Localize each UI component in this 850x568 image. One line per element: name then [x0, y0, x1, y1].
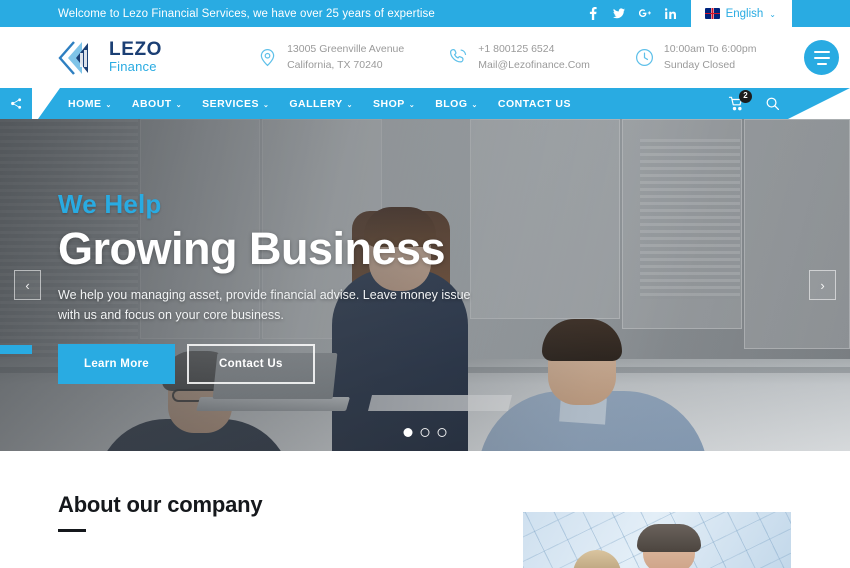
site-header: LEZO Finance 13005 Greenville Avenue Cal… [0, 27, 850, 88]
burger-line [813, 50, 830, 53]
hero-accent-bar [0, 345, 32, 354]
clock-icon [634, 47, 655, 68]
facebook-icon[interactable] [587, 7, 599, 21]
phone-icon [448, 47, 469, 68]
chevron-down-icon: ⌄ [263, 101, 270, 109]
social-links [587, 0, 691, 27]
address-line-2: California, TX 70240 [287, 58, 383, 71]
logo-mark-icon [58, 40, 100, 75]
share-icon [10, 98, 21, 109]
nav-item-about[interactable]: ABOUT ⌄ [132, 98, 182, 110]
nav-item-blog[interactable]: BLOG ⌄ [435, 98, 478, 110]
search-button[interactable] [765, 96, 780, 111]
top-bar-right: English ⌄ [587, 0, 850, 27]
location-pin-icon [257, 47, 278, 68]
logo-text: LEZO Finance [109, 40, 162, 75]
hours-line-1: 10:00am To 6:00pm [663, 43, 757, 56]
nav-menu: HOME ⌄ ABOUT ⌄ SERVICES ⌄ GALLERY ⌄ SHOP ⌄ BL… [68, 98, 571, 110]
chevron-down-icon: ⌄ [471, 101, 478, 109]
nav-label: CONTACT US [497, 97, 571, 110]
contact-phone-lines: +1 800125 6524 Mail@Lezofinance.Com [478, 42, 590, 72]
phone-number: +1 800125 6524 [478, 43, 555, 56]
nav-item-home[interactable]: HOME ⌄ [68, 98, 112, 110]
nav-actions: 2 [728, 88, 780, 119]
linkedin-icon[interactable] [665, 7, 677, 21]
top-bar-tail [792, 0, 850, 27]
burger-line [813, 56, 830, 59]
nav-label: BLOG [435, 97, 468, 110]
search-icon [766, 97, 780, 111]
header-contacts: 13005 Greenville Avenue California, TX 7… [257, 42, 756, 72]
contact-us-button[interactable]: Contact Us [187, 343, 315, 384]
slider-dot-2[interactable] [420, 428, 430, 437]
hours-line-2: Sunday Closed [663, 58, 736, 71]
contact-address-lines: 13005 Greenville Avenue California, TX 7… [287, 42, 404, 72]
nav-item-gallery[interactable]: GALLERY ⌄ [289, 98, 353, 110]
uk-flag-icon [704, 8, 720, 19]
nav-item-contact-us[interactable]: CONTACT US [498, 98, 571, 110]
welcome-message: Welcome to Lezo Financial Services, we h… [58, 7, 435, 20]
burger-line [816, 62, 827, 65]
about-person-1-hair [637, 524, 701, 552]
logo[interactable]: LEZO Finance [58, 40, 162, 75]
chevron-down-icon: ⌄ [769, 9, 776, 19]
chevron-down-icon: ⌄ [408, 101, 416, 109]
language-label: English [725, 7, 764, 20]
logo-subtitle: Finance [109, 59, 157, 74]
share-button[interactable] [0, 88, 32, 119]
hero-slider: We Help Growing Business We help you man… [0, 119, 850, 451]
slider-next-button[interactable]: › [809, 270, 836, 300]
hero-kicker: We Help [58, 189, 162, 219]
nav-item-services[interactable]: SERVICES ⌄ [202, 98, 269, 110]
hero-content: We Help Growing Business We help you man… [58, 191, 498, 384]
hero-buttons: Learn More Contact Us [58, 343, 498, 384]
about-title: About our company [58, 492, 263, 517]
nav-label: SHOP [373, 97, 405, 110]
chevron-down-icon: ⌄ [175, 101, 183, 109]
hero-description: We help you managing asset, provide fina… [58, 287, 471, 323]
slider-dot-3[interactable] [437, 428, 447, 437]
cart-count-badge: 2 [739, 89, 752, 103]
slider-dot-1[interactable] [403, 428, 413, 437]
learn-more-button[interactable]: Learn More [58, 343, 175, 384]
contact-hours: 10:00am To 6:00pm Sunday Closed [634, 42, 757, 72]
slider-prev-button[interactable]: ‹ [14, 270, 41, 300]
cart-button[interactable]: 2 [728, 89, 752, 112]
logo-name: LEZO [109, 39, 163, 60]
address-line-1: 13005 Greenville Avenue [287, 43, 405, 56]
nav-label: ABOUT [131, 97, 172, 110]
nav-zone: HOME ⌄ ABOUT ⌄ SERVICES ⌄ GALLERY ⌄ SHOP ⌄ BL… [0, 88, 850, 119]
google-plus-icon[interactable] [638, 7, 651, 21]
slider-dots [403, 428, 447, 437]
about-title-underline [58, 529, 86, 532]
chevron-down-icon: ⌄ [105, 101, 112, 109]
nav-label: GALLERY [289, 97, 343, 110]
hero-title: Growing Business [58, 223, 446, 274]
twitter-icon[interactable] [612, 7, 625, 21]
nav-item-shop[interactable]: SHOP ⌄ [373, 98, 415, 110]
nav-label: HOME [68, 97, 102, 110]
contact-hours-lines: 10:00am To 6:00pm Sunday Closed [664, 42, 757, 72]
contact-phone: +1 800125 6524 Mail@Lezofinance.Com [448, 42, 590, 72]
menu-toggle-button[interactable] [804, 40, 839, 75]
contact-address: 13005 Greenville Avenue California, TX 7… [257, 42, 404, 72]
page-root: Welcome to Lezo Financial Services, we h… [0, 0, 850, 568]
top-bar: Welcome to Lezo Financial Services, we h… [0, 0, 850, 27]
email-address: Mail@Lezofinance.Com [478, 58, 590, 71]
main-navigation: HOME ⌄ ABOUT ⌄ SERVICES ⌄ GALLERY ⌄ SHOP ⌄ BL… [38, 88, 850, 119]
nav-label: SERVICES [202, 97, 260, 110]
language-selector[interactable]: English ⌄ [690, 0, 792, 27]
chevron-down-icon: ⌄ [346, 101, 354, 109]
about-photo [523, 512, 791, 568]
